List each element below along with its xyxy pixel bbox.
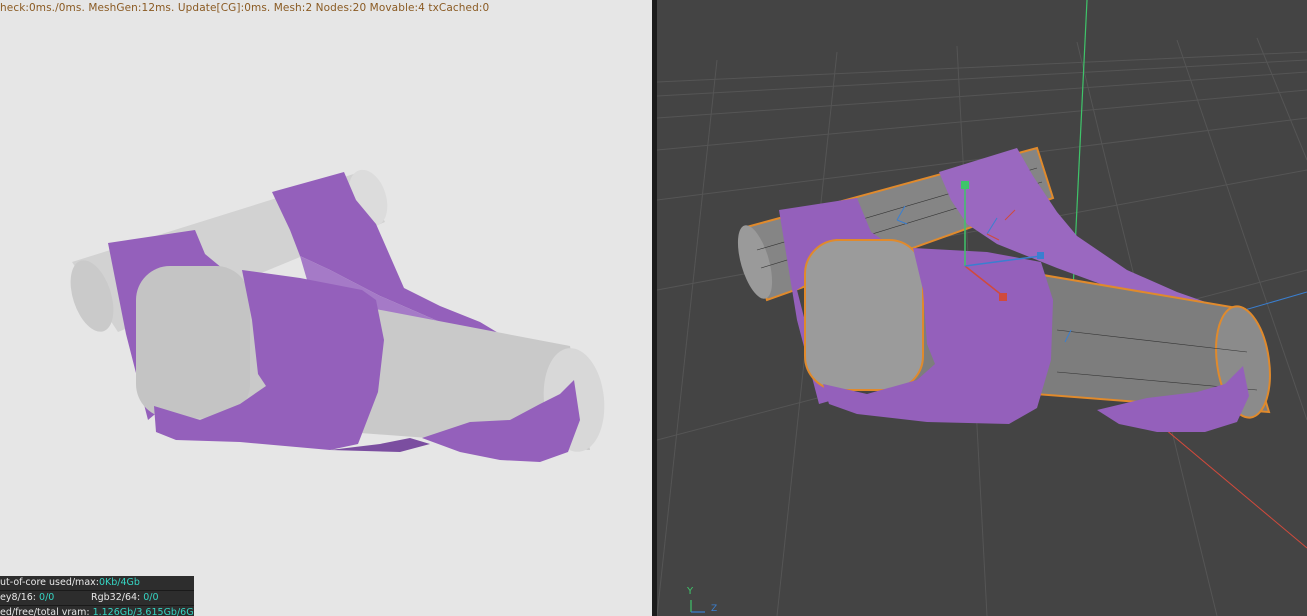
vram-label: ed/free/total vram:	[0, 607, 93, 616]
rgb-label: Rgb32/64:	[91, 592, 144, 603]
render-stats-overlay: ut-of-core used/max:0Kb/4Gb ey8/16: 0/0 …	[0, 576, 194, 616]
render-preview-pane[interactable]: heck:0ms./0ms. MeshGen:12ms. Update[CG]:…	[0, 0, 652, 616]
vram-value: 1.126Gb/3.615Gb/6Gb	[92, 607, 194, 616]
out-of-core-row: ut-of-core used/max:0Kb/4Gb	[0, 576, 194, 591]
gizmo-x-handle[interactable]	[999, 293, 1007, 301]
texture-count-row: ey8/16: 0/0 Rgb32/64: 0/0	[0, 591, 194, 606]
axis-y-label: Y	[687, 586, 694, 597]
gizmo-z-handle[interactable]	[1037, 252, 1044, 259]
viewport-scene	[657, 0, 1307, 616]
render-scene	[70, 169, 605, 462]
vram-row: ed/free/total vram: 1.126Gb/3.615Gb/6Gb	[0, 606, 194, 616]
rgb-value: 0/0	[143, 592, 159, 603]
out-of-core-label: ut-of-core used/max:	[0, 577, 99, 588]
axis-orientation-icon	[690, 600, 705, 613]
out-of-core-value: 0Kb/4Gb	[98, 577, 140, 588]
grey-label: ey8/16:	[0, 592, 40, 603]
grey-value: 0/0	[39, 592, 55, 603]
gizmo-y-handle[interactable]	[961, 181, 969, 189]
axis-z-label: Z	[711, 604, 718, 614]
perspective-viewport[interactable]: Y Z	[657, 0, 1307, 616]
